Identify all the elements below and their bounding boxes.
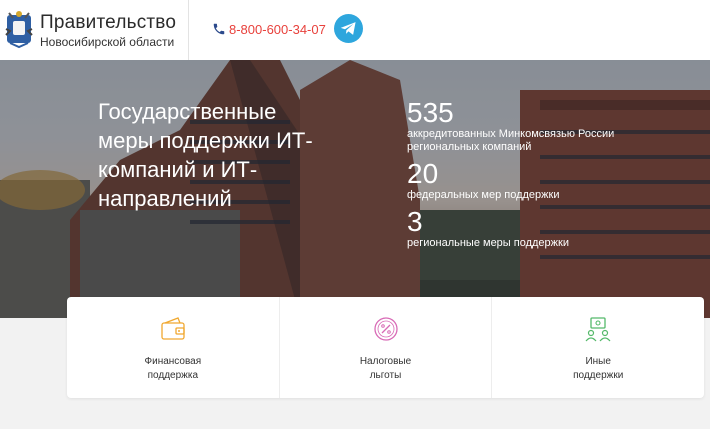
card-tax-benefits[interactable]: Налоговые льготы <box>280 297 493 398</box>
card-label: Налоговые льготы <box>359 356 412 381</box>
stat-number: 20 <box>407 158 439 189</box>
coat-of-arms-icon[interactable] <box>4 9 34 49</box>
stat-accredited: 535 аккредитованных Минкомсвязью России … <box>407 98 614 154</box>
card-label: Иные поддержки <box>573 356 624 381</box>
phone-icon <box>213 23 225 35</box>
stat-number: 535 <box>407 97 454 128</box>
hero-banner: Государственные меры поддержки ИТ-компан… <box>0 60 710 318</box>
percent-icon <box>373 317 398 341</box>
hero-title: Государственные меры поддержки ИТ-компан… <box>98 99 313 211</box>
card-financial-support[interactable]: Финансовая поддержка <box>67 297 280 398</box>
telegram-button[interactable] <box>334 14 363 43</box>
people-icon <box>585 317 611 342</box>
support-categories: Финансовая поддержка Налоговые льготы Ин… <box>67 297 704 398</box>
org-title: Правительство <box>40 12 177 33</box>
site-header: Правительство Новосибирской области 8-80… <box>0 0 710 60</box>
card-other-support[interactable]: Иные поддержки <box>492 297 704 398</box>
wallet-icon <box>161 317 185 340</box>
stat-label: аккредитованных Минкомсвязью России реги… <box>407 128 615 153</box>
org-name[interactable]: Правительство Новосибирской области <box>40 12 176 49</box>
stat-regional: 3 региональные меры поддержки <box>407 207 569 250</box>
org-subtitle: Новосибирской области <box>40 35 175 49</box>
stat-federal: 20 федеральных мер поддержки <box>407 159 559 202</box>
stat-label: федеральных мер поддержки <box>407 189 560 201</box>
telegram-icon <box>340 22 356 35</box>
phone-link[interactable]: 8-800-600-34-07 <box>229 22 326 37</box>
stat-number: 3 <box>407 206 423 237</box>
stat-label: региональные меры поддержки <box>407 237 569 249</box>
header-divider <box>188 0 189 60</box>
card-label: Финансовая поддержка <box>144 356 202 381</box>
